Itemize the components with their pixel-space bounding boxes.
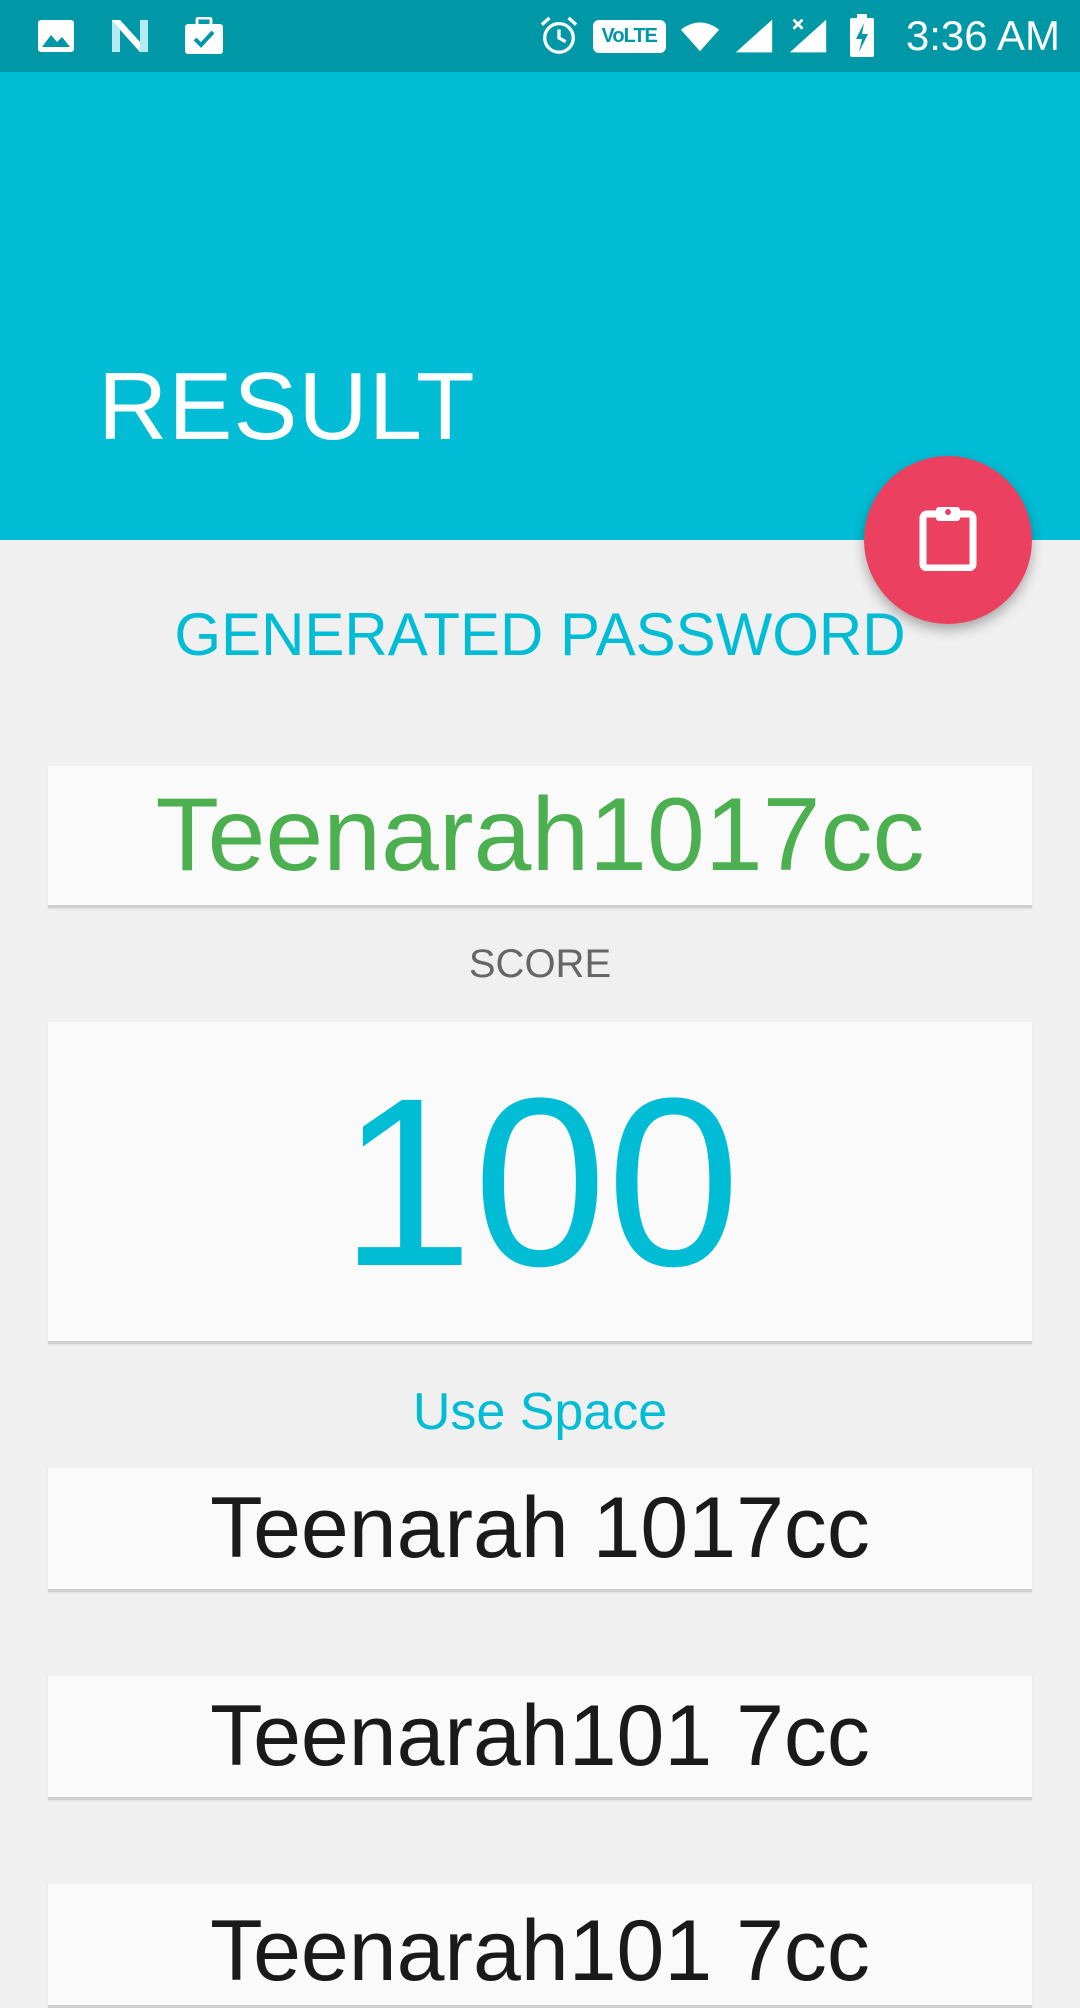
generated-password-text: Teenarah1017cc bbox=[155, 777, 925, 893]
status-clock: 3:36 AM bbox=[905, 12, 1060, 59]
password-variant-text: Teenarah 1017cc bbox=[210, 1480, 870, 1576]
score-value: 100 bbox=[339, 1047, 741, 1316]
copy-to-clipboard-button[interactable] bbox=[864, 456, 1032, 624]
score-label: SCORE bbox=[468, 942, 612, 986]
status-bar: VoLTE 3:36 AM bbox=[0, 0, 1080, 72]
n-logo-icon bbox=[110, 16, 150, 56]
password-variant-card[interactable]: Teenarah101 7cc bbox=[48, 1884, 1032, 2008]
generated-password-heading: GENERATED PASSWORD bbox=[174, 601, 906, 668]
clipboard-icon bbox=[919, 505, 977, 576]
password-variant-text: Teenarah101 7cc bbox=[210, 1688, 870, 1784]
page-title: RESULT bbox=[98, 353, 476, 460]
image-icon bbox=[36, 16, 76, 56]
generated-password-card[interactable]: Teenarah1017cc bbox=[48, 766, 1032, 908]
wifi-icon bbox=[680, 16, 720, 56]
volte-icon: VoLTE bbox=[592, 19, 666, 53]
score-card: 100 bbox=[48, 1022, 1032, 1344]
alarm-icon bbox=[539, 16, 579, 56]
briefcase-check-icon bbox=[184, 16, 224, 56]
signal-icon bbox=[734, 16, 774, 56]
signal-no-data-icon bbox=[788, 16, 828, 56]
password-variant-text: Teenarah101 7cc bbox=[210, 1903, 870, 1999]
use-space-heading: Use Space bbox=[412, 1383, 668, 1441]
battery-charging-icon bbox=[842, 14, 882, 57]
password-variant-card[interactable]: Teenarah101 7cc bbox=[48, 1676, 1032, 1800]
password-variant-card[interactable]: Teenarah 1017cc bbox=[48, 1468, 1032, 1592]
